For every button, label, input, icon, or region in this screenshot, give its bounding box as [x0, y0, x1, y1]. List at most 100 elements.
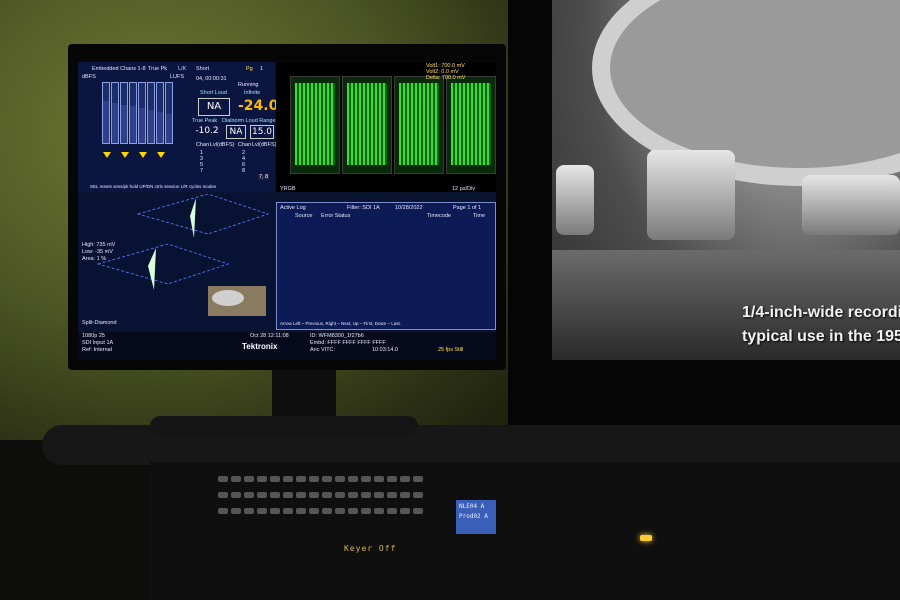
router-button[interactable] — [322, 492, 332, 498]
diamond-label: Split-Diamond — [82, 320, 117, 326]
equipment-rack: NLE04 A Prod02 A Keyer Off — [150, 462, 900, 600]
pg-number: 1 — [260, 66, 264, 72]
router-button[interactable] — [387, 476, 397, 482]
router-button[interactable] — [413, 476, 423, 482]
waveform-cell-g — [394, 76, 444, 174]
status-date: Oct 28 12:11:08 — [250, 333, 289, 339]
router-button[interactable] — [361, 508, 371, 514]
log-filter: Filter: SDI 1A — [347, 205, 380, 211]
router-button[interactable] — [218, 492, 228, 498]
router-button[interactable] — [231, 492, 241, 498]
waveform-mode: YRGB — [280, 186, 296, 192]
router-button[interactable] — [309, 476, 319, 482]
router-button[interactable] — [374, 492, 384, 498]
router-button[interactable] — [335, 492, 345, 498]
waveform-panel: Volt1: 700.0 mV Volt2: 0.0 mV Delta: 700… — [276, 62, 496, 192]
router-button[interactable] — [335, 476, 345, 482]
audio-footer: SEL resets sess/pk hold UP/DN ctrls sess… — [90, 184, 217, 189]
log-col-timecode: Timecode — [427, 213, 451, 219]
router-button[interactable] — [309, 492, 319, 498]
router-button[interactable] — [296, 508, 306, 514]
log-date: 10/28/2022 — [395, 205, 423, 211]
router-button[interactable] — [296, 476, 306, 482]
router-button[interactable] — [257, 492, 267, 498]
lcd-line-2: Prod02 A — [459, 513, 488, 520]
short-loud-value: NA — [198, 98, 230, 116]
status-ref: Ref: Internal — [82, 347, 112, 353]
router-button[interactable] — [257, 508, 267, 514]
router-button[interactable] — [322, 476, 332, 482]
audio-meter — [156, 82, 164, 144]
router-button[interactable] — [361, 476, 371, 482]
waveform-cell-r — [342, 76, 392, 174]
router-button[interactable] — [335, 508, 345, 514]
short-loud-label: Short Loud — [200, 90, 227, 96]
running-label: Running — [238, 82, 259, 88]
router-button[interactable] — [283, 476, 293, 482]
router-button[interactable] — [387, 492, 397, 498]
router-button[interactable] — [270, 508, 280, 514]
status-id: ID: WFM8300_1f27b6 — [310, 333, 364, 339]
router-button[interactable] — [348, 476, 358, 482]
true-pk-label: True Pk — [148, 66, 168, 72]
pg-label: Pg — [246, 66, 253, 72]
router-button[interactable] — [322, 508, 332, 514]
router-button[interactable] — [413, 492, 423, 498]
lufs-label: LUFS — [170, 74, 185, 80]
dialnorm-value: NA — [226, 125, 246, 139]
lcd-line-1: NLE04 A — [459, 503, 485, 510]
true-peak-value: -10.2 — [195, 126, 219, 136]
caption-line-2: typical use in the 195 — [742, 328, 900, 345]
diamond-panel: High: 735 mV Low: -35 mV Area: 1 % Split… — [78, 193, 274, 330]
router-button[interactable] — [231, 476, 241, 482]
router-button[interactable] — [348, 492, 358, 498]
lvl-header-2: Lvl(dBFS) — [252, 142, 277, 148]
router-button[interactable] — [283, 492, 293, 498]
router-button[interactable] — [257, 476, 267, 482]
audio-panel: Embedded Chans 1-8 True Pk L/K Short Pg … — [78, 62, 278, 192]
chan-row-8: 8 — [242, 168, 246, 174]
router-button[interactable] — [413, 508, 423, 514]
peak-indicator — [121, 152, 129, 158]
router-button[interactable] — [348, 508, 358, 514]
session-time: 04, 00:00:31 — [196, 76, 227, 82]
short-label: Short — [196, 66, 210, 72]
router-button[interactable] — [244, 492, 254, 498]
audio-title: Embedded Chans 1-8 — [92, 66, 146, 72]
router-button[interactable] — [231, 508, 241, 514]
peak-indicator — [139, 152, 147, 158]
router-button[interactable] — [400, 476, 410, 482]
monitor-base — [150, 416, 418, 436]
router-button[interactable] — [218, 508, 228, 514]
tape-head — [802, 175, 900, 235]
router-button[interactable] — [309, 508, 319, 514]
audio-meter — [138, 82, 146, 144]
diamond-low: Low: -35 mV — [82, 249, 113, 255]
router-button[interactable] — [270, 492, 280, 498]
router-button[interactable] — [296, 492, 306, 498]
audio-meter — [129, 82, 137, 144]
infinite-value: -24.0 — [238, 98, 279, 114]
router-button[interactable] — [400, 508, 410, 514]
router-button[interactable] — [244, 508, 254, 514]
status-embd: Embd: FFFF FFFF FFFF FFFF — [310, 340, 386, 346]
audio-meter — [165, 82, 173, 144]
status-format: 1080p 25 — [82, 333, 105, 339]
router-button[interactable] — [218, 476, 228, 482]
waveform-scale: 12 µs/Div — [452, 186, 476, 192]
router-button[interactable] — [374, 508, 384, 514]
delta-readout: Delta: 700.0 mV — [426, 75, 466, 81]
router-button[interactable] — [361, 492, 371, 498]
router-button[interactable] — [283, 508, 293, 514]
router-button[interactable] — [270, 476, 280, 482]
keyer-status: Keyer Off — [344, 544, 397, 553]
router-button[interactable] — [374, 476, 384, 482]
status-anc: Anc VITC: — [310, 347, 336, 353]
loud-range-value: 15.0 — [250, 125, 274, 139]
diamond-high: High: 735 mV — [82, 242, 116, 248]
lk-label: L/K — [178, 66, 187, 72]
router-button[interactable] — [244, 476, 254, 482]
router-button[interactable] — [400, 492, 410, 498]
router-button[interactable] — [387, 508, 397, 514]
log-col-source: Source — [295, 213, 313, 219]
